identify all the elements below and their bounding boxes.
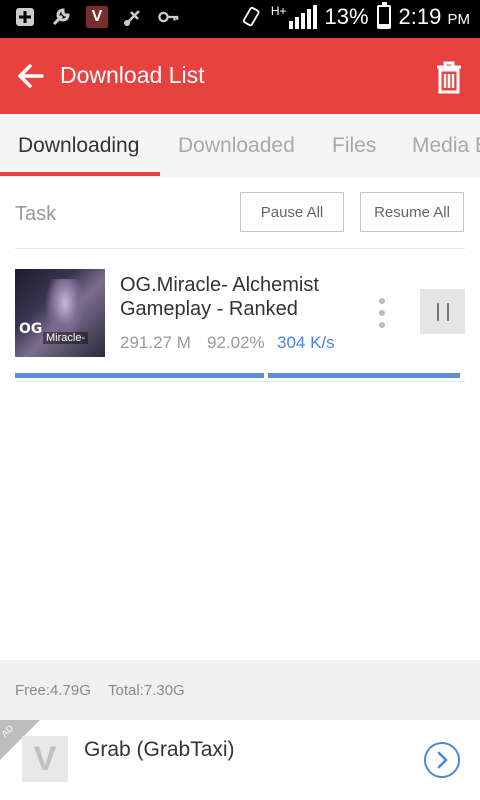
status-bar: V H+ 13% 2:19 PM (0, 0, 480, 38)
delete-button[interactable] (430, 58, 468, 96)
battery-percent: 13% (324, 4, 369, 29)
app-bar: Download List (0, 38, 480, 114)
tab-files[interactable]: Files (332, 134, 376, 158)
ad-title: Grab (GrabTaxi) (84, 738, 235, 761)
pause-icon (436, 302, 439, 321)
usb-icon (122, 6, 144, 28)
signal-icon (288, 5, 317, 29)
clock: 2:19 PM (399, 4, 470, 30)
task-label: Task (15, 203, 57, 225)
tab-downloaded[interactable]: Downloaded (178, 134, 295, 158)
download-title: OG.Miracle- Alchemist Gameplay - Ranked (120, 274, 319, 320)
add-icon (14, 6, 36, 28)
wrench-icon (50, 6, 72, 28)
storage-total: Total:7.30G (108, 682, 185, 699)
pause-all-button[interactable]: Pause All (240, 192, 344, 232)
key-icon (158, 6, 180, 28)
pause-button[interactable] (420, 289, 465, 334)
tab-bar: Downloading Downloaded Files Media Explo… (0, 114, 480, 178)
battery-icon (376, 2, 391, 29)
clock-time: 2:19 (398, 4, 442, 29)
download-size: 291.27 M (120, 333, 191, 352)
page-title: Download List (60, 62, 205, 88)
progress-segment-2 (268, 373, 460, 378)
back-arrow-icon (18, 64, 44, 88)
thumbnail-caption: Miracle- (43, 332, 89, 344)
progress-segment-1 (15, 373, 264, 378)
thumbnail-logo: OG (19, 321, 43, 337)
storage-free: Free:4.79G (15, 682, 91, 699)
trash-icon (437, 61, 461, 94)
storage-info: Free:4.79G Total:7.30G (0, 660, 480, 720)
battery-level (378, 24, 389, 27)
resume-all-button[interactable]: Resume All (360, 192, 464, 232)
system-icons: H+ 13% 2:19 PM (241, 2, 470, 30)
tab-media-explorer[interactable]: Media Explorer (412, 134, 480, 158)
item-divider (15, 381, 465, 382)
divider (15, 248, 465, 249)
thumbnail-figure (45, 279, 85, 339)
download-percent: 92.02% (207, 333, 265, 352)
clock-ampm: PM (447, 11, 471, 28)
ad-app-icon: V (22, 736, 68, 782)
ad-banner[interactable]: AD V Grab (GrabTaxi) (0, 720, 480, 800)
download-speed: 304 K/s (277, 333, 335, 352)
rotate-icon (241, 6, 263, 28)
chevron-right-icon[interactable] (424, 742, 460, 778)
network-type: H+ (270, 4, 287, 18)
vbox-icon: V (86, 6, 108, 28)
more-options-icon[interactable] (372, 296, 392, 330)
video-thumbnail: OG Miracle- (15, 269, 105, 357)
tab-indicator (0, 172, 160, 176)
back-button[interactable] (12, 57, 50, 95)
tab-downloading[interactable]: Downloading (18, 134, 139, 158)
notification-icons: V (14, 6, 180, 28)
